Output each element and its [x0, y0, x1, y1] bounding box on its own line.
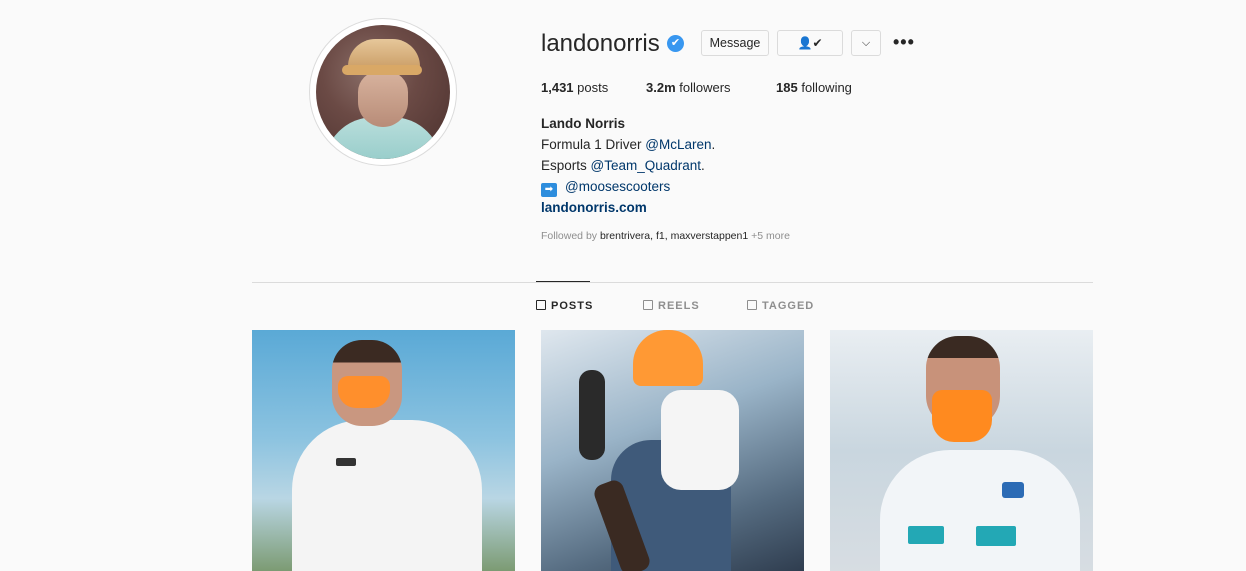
- bio-line-1: Formula 1 Driver @McLaren.: [541, 137, 716, 152]
- active-tab-indicator: [536, 281, 590, 282]
- mention-team-quadrant-link[interactable]: @Team_Quadrant: [591, 158, 702, 173]
- suggested-dropdown-button[interactable]: ⌵: [851, 30, 881, 56]
- following-link[interactable]: 185 following: [776, 80, 852, 95]
- mention-moosescooters-link[interactable]: @moosescooters: [565, 179, 670, 194]
- grid-icon: [536, 300, 546, 310]
- post-thumbnail[interactable]: [252, 330, 515, 571]
- following-button[interactable]: 👤✔: [777, 30, 843, 56]
- mention-mclaren-link[interactable]: @McLaren: [645, 137, 711, 152]
- post-thumbnail[interactable]: [830, 330, 1093, 571]
- avatar-photo: [316, 25, 450, 159]
- tab-reels[interactable]: REELS: [643, 300, 700, 312]
- bio-line-3: ➡ @moosescooters: [541, 179, 670, 197]
- followed-by-link[interactable]: Followed by brentrivera, f1, maxverstapp…: [541, 230, 790, 242]
- message-button[interactable]: Message: [701, 30, 769, 56]
- right-arrow-icon: ➡: [541, 183, 557, 197]
- tagged-icon: [747, 300, 757, 310]
- post-thumbnail[interactable]: [541, 330, 804, 571]
- bio-line-2: Esports @Team_Quadrant.: [541, 158, 705, 173]
- profile-username: landonorris: [541, 30, 660, 57]
- tab-tagged[interactable]: TAGGED: [747, 300, 814, 312]
- website-link[interactable]: landonorris.com: [541, 200, 647, 215]
- profile-avatar[interactable]: [309, 18, 457, 166]
- posts-count: 1,431 posts: [541, 80, 609, 95]
- followers-link[interactable]: 3.2m followers: [646, 80, 731, 95]
- tab-posts[interactable]: POSTS: [536, 300, 593, 312]
- person-check-icon: 👤✔: [797, 36, 823, 50]
- tabs-divider: [252, 282, 1093, 283]
- verified-badge-icon: ✔: [667, 35, 684, 52]
- reels-icon: [643, 300, 653, 310]
- more-options-icon[interactable]: •••: [893, 32, 915, 53]
- profile-full-name: Lando Norris: [541, 116, 626, 131]
- chevron-down-icon: ⌵: [861, 37, 871, 49]
